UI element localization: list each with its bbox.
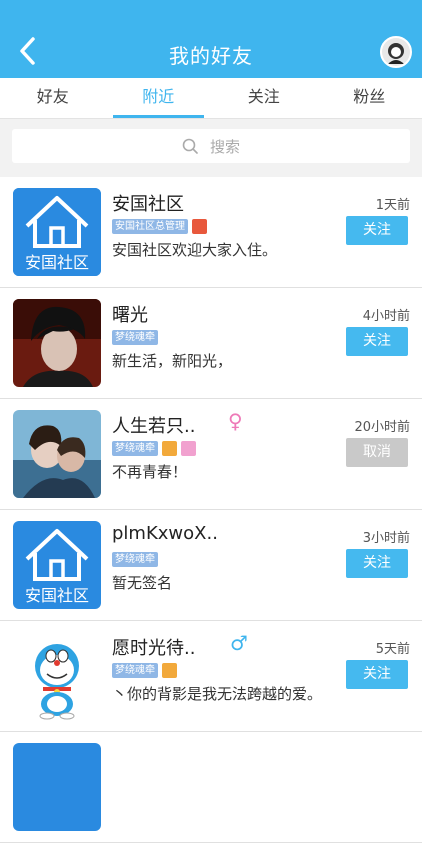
couple-photo-avatar — [13, 410, 101, 498]
user-tags: 梦绕魂牵 — [112, 441, 200, 456]
doraemon-icon — [13, 632, 101, 720]
list-item[interactable] — [0, 732, 422, 843]
user-list: 安国社区 安国社区 安国社区总管理 安国社区欢迎大家入住。 1天前 关注 曙光 … — [0, 177, 422, 843]
level-badge: 梦绕魂牵 — [112, 663, 158, 678]
tab-following[interactable]: 关注 — [211, 78, 317, 118]
level-badge: 梦绕魂牵 — [112, 552, 158, 567]
house-logo-avatar: 安国社区 — [13, 521, 101, 609]
list-item[interactable]: 安国社区 plmKxwoX.. 梦绕魂牵 暂无签名 3小时前 关注 — [0, 510, 422, 621]
user-name: 人生若只.. — [112, 412, 195, 438]
user-tags: 梦绕魂牵 — [112, 330, 162, 345]
user-name: 安国社区 — [112, 190, 184, 216]
user-avatar[interactable] — [380, 36, 412, 68]
follow-button[interactable]: 关注 — [346, 216, 408, 245]
tab-fans[interactable]: 粉丝 — [317, 78, 422, 118]
title-bar: 我的好友 — [0, 0, 422, 78]
user-signature: 暂无签名 — [112, 572, 172, 593]
timestamp: 20小时前 — [354, 416, 410, 435]
level-badge: 梦绕魂牵 — [112, 441, 158, 456]
user-signature: 丶你的背影是我无法跨越的爱。 — [112, 683, 322, 704]
tab-nearby[interactable]: 附近 — [106, 78, 212, 118]
tab-friends[interactable]: 好友 — [0, 78, 106, 118]
user-tags: 梦绕魂牵 — [112, 552, 162, 567]
male-icon: ♂ — [230, 631, 248, 655]
timestamp: 3小时前 — [363, 527, 410, 546]
search-icon — [182, 138, 198, 154]
female-icon: ♀ — [228, 409, 243, 433]
user-tags: 安国社区总管理 — [112, 219, 211, 234]
avatar-icon — [382, 38, 410, 66]
list-item[interactable]: 愿时光待.. ♂ 梦绕魂牵 丶你的背影是我无法跨越的爱。 5天前 关注 — [0, 621, 422, 732]
search-area: 搜索 — [0, 119, 422, 177]
user-signature: 新生活，新阳光， — [112, 350, 232, 371]
timestamp: 1天前 — [376, 194, 410, 213]
list-item[interactable]: 人生若只.. ♀ 梦绕魂牵 不再青春！ 20小时前 取消 — [0, 399, 422, 510]
house-logo-avatar: 安国社区 — [13, 188, 101, 276]
search-placeholder: 搜索 — [210, 136, 240, 157]
list-item[interactable]: 曙光 梦绕魂牵 新生活，新阳光， 4小时前 关注 — [0, 288, 422, 399]
follow-button[interactable]: 关注 — [346, 327, 408, 356]
boy-photo-avatar — [13, 299, 101, 387]
user-name: 愿时光待.. — [112, 634, 195, 660]
tab-bar: 好友 附近 关注 粉丝 — [0, 78, 422, 119]
svg-text:安国社区: 安国社区 — [25, 586, 89, 605]
user-tags: 梦绕魂牵 — [112, 663, 181, 678]
follow-button[interactable]: 关注 — [346, 549, 408, 578]
user-signature: 不再青春！ — [112, 461, 187, 482]
house-icon: 安国社区 — [13, 188, 101, 276]
role-badge: 安国社区总管理 — [112, 219, 188, 234]
svg-text:安国社区: 安国社区 — [25, 253, 89, 272]
couple-photo-icon — [13, 410, 101, 498]
list-item[interactable]: 安国社区 安国社区 安国社区总管理 安国社区欢迎大家入住。 1天前 关注 — [0, 177, 422, 288]
user-signature: 安国社区欢迎大家入住。 — [112, 239, 277, 260]
heart-badge-icon — [181, 441, 196, 456]
portrait-photo-icon — [13, 299, 101, 387]
house-icon — [13, 743, 101, 831]
timestamp: 5天前 — [376, 638, 410, 657]
search-input[interactable]: 搜索 — [12, 129, 410, 163]
level-badge: 梦绕魂牵 — [112, 330, 158, 345]
page-title: 我的好友 — [0, 40, 422, 69]
admin-badge-icon — [192, 219, 207, 234]
user-name: plmKxwoX.. — [112, 523, 218, 544]
unfollow-button[interactable]: 取消 — [346, 438, 408, 467]
vip-badge-icon — [162, 441, 177, 456]
user-name: 曙光 — [112, 301, 148, 327]
vip-badge-icon — [162, 663, 177, 678]
house-icon: 安国社区 — [13, 521, 101, 609]
doraemon-avatar — [13, 632, 101, 720]
house-logo-avatar — [13, 743, 101, 831]
follow-button[interactable]: 关注 — [346, 660, 408, 689]
timestamp: 4小时前 — [363, 305, 410, 324]
